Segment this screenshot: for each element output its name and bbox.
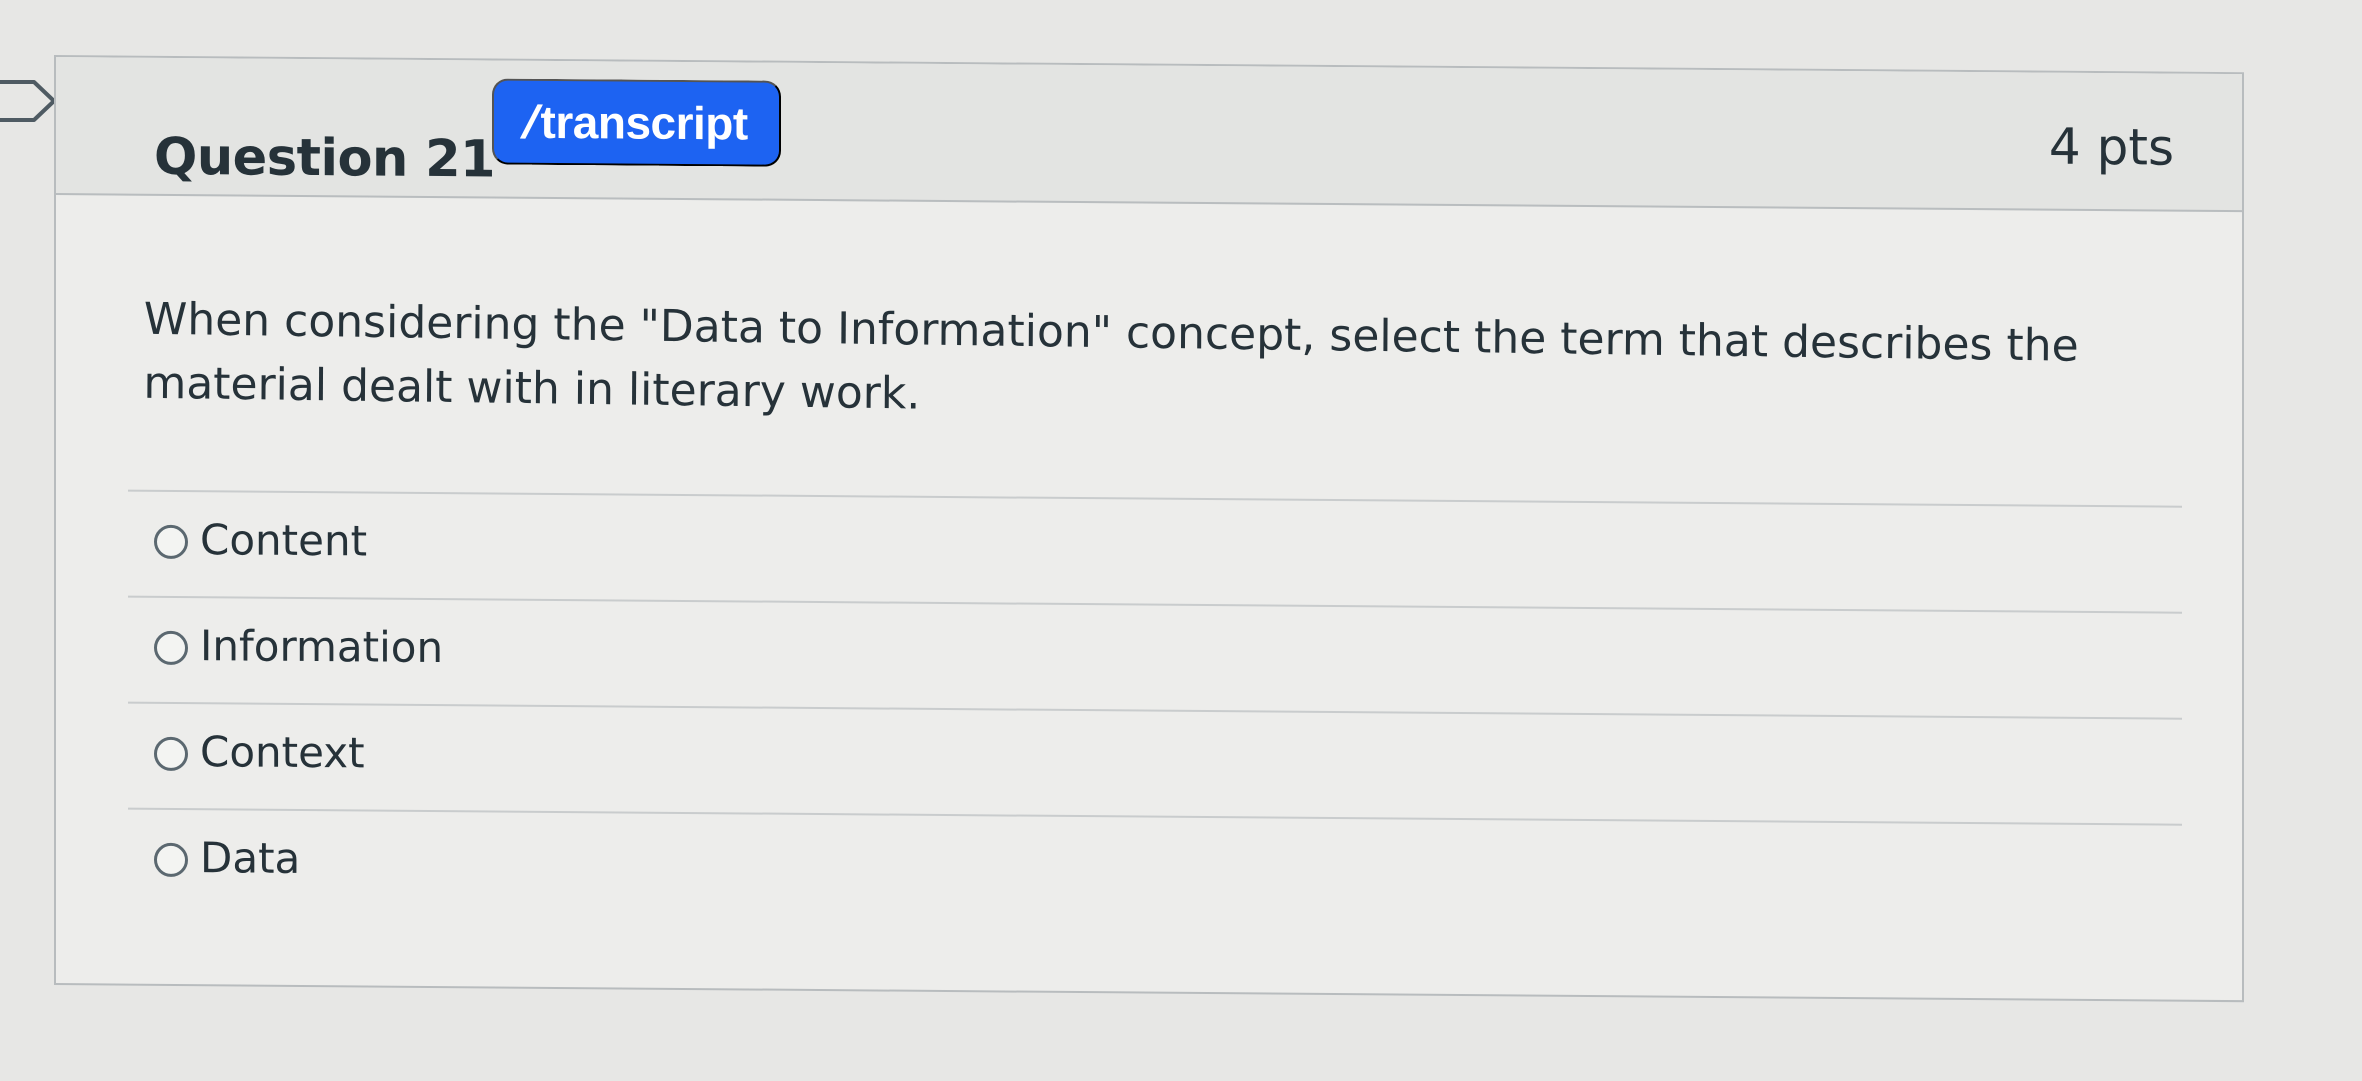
radio-button-data[interactable]: [154, 842, 188, 878]
question-header: Question 21 / transcript 4 pts: [56, 57, 2242, 213]
radio-button-information[interactable]: [154, 630, 188, 666]
question-body: When considering the "Data to Informatio…: [56, 195, 2242, 1000]
answer-label[interactable]: Data: [200, 829, 300, 888]
question-text: When considering the "Data to Informatio…: [143, 293, 2079, 420]
answer-option-information[interactable]: Information: [128, 595, 2182, 718]
flag-question-icon[interactable]: [0, 80, 58, 122]
answer-label[interactable]: Content: [200, 511, 367, 570]
answer-option-context[interactable]: Context: [128, 701, 2182, 824]
transcript-label: transcript: [540, 95, 748, 150]
question-points: 4 pts: [2048, 117, 2174, 177]
answer-list: Content Information Context Data: [128, 489, 2182, 930]
answer-label[interactable]: Context: [200, 723, 365, 782]
transcript-button[interactable]: / transcript: [492, 78, 781, 167]
answer-option-content[interactable]: Content: [128, 489, 2182, 612]
answer-option-data[interactable]: Data: [128, 807, 2182, 930]
question-card: Question 21 / transcript 4 pts When cons…: [54, 55, 2244, 1003]
question-title: Question 21: [154, 128, 496, 190]
radio-button-content[interactable]: [154, 524, 188, 560]
radio-button-context[interactable]: [154, 736, 188, 772]
answer-label[interactable]: Information: [200, 617, 443, 677]
